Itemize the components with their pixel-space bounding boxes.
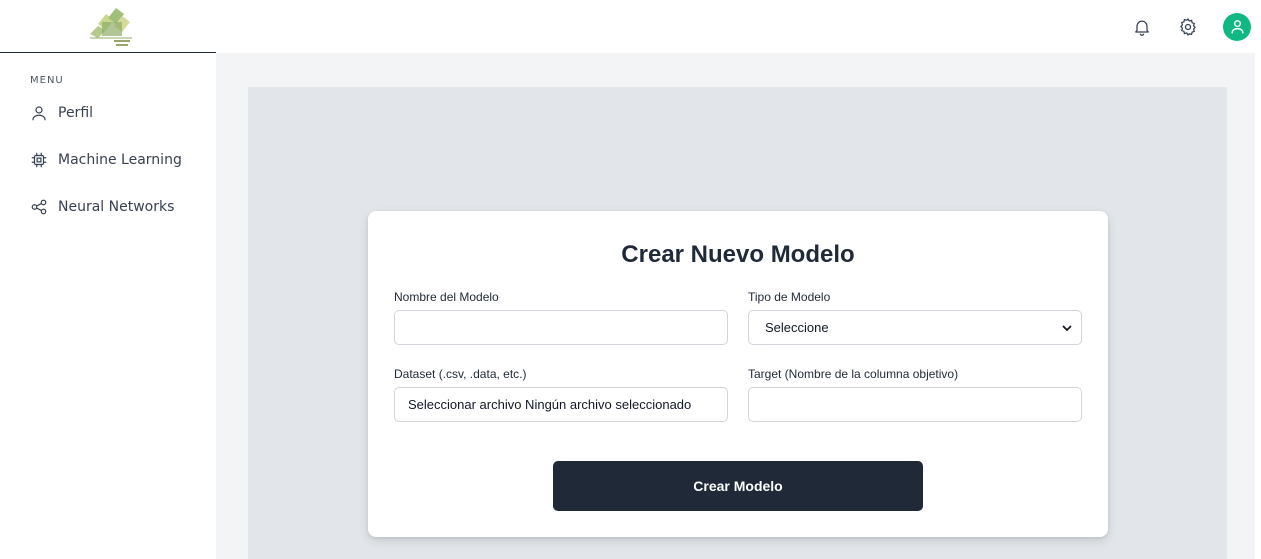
bell-icon[interactable] — [1131, 16, 1153, 38]
tipo-select[interactable]: Seleccione — [748, 310, 1082, 345]
cpu-chip-icon — [30, 151, 48, 169]
tipo-label: Tipo de Modelo — [748, 290, 831, 304]
dataset-file-input[interactable]: Seleccionar archivo Ningún archivo selec… — [394, 387, 728, 422]
user-icon — [30, 104, 48, 122]
sidebar-item-machine-learning[interactable]: Machine Learning — [30, 149, 182, 171]
dataset-file-value: Seleccionar archivo Ningún archivo selec… — [408, 397, 692, 412]
create-model-button[interactable]: Crear Modelo — [553, 461, 923, 511]
sidebar: MENU Perfil Machine Learning Neural Netw… — [0, 0, 216, 559]
sidebar-item-label: Perfil — [58, 105, 94, 121]
nombre-label: Nombre del Modelo — [394, 290, 499, 304]
tipo-select-value: Seleccione — [765, 320, 829, 335]
target-input[interactable] — [748, 387, 1082, 422]
nombre-input[interactable] — [394, 310, 728, 345]
target-label: Target (Nombre de la columna objetivo) — [748, 367, 959, 381]
sidebar-item-perfil[interactable]: Perfil — [30, 102, 182, 124]
menu-heading: MENU — [30, 75, 64, 86]
sidebar-item-neural-networks[interactable]: Neural Networks — [30, 196, 182, 218]
dataset-label: Dataset (.csv, .data, etc.) — [394, 367, 527, 381]
chevron-down-icon — [1062, 325, 1072, 331]
sidebar-nav: Perfil Machine Learning Neural Networks — [30, 102, 182, 243]
topbar-actions — [1131, 0, 1261, 53]
create-model-card: Crear Nuevo Modelo Nombre del Modelo Tip… — [368, 211, 1108, 537]
share-nodes-icon — [30, 198, 48, 216]
gear-icon[interactable] — [1177, 16, 1199, 38]
sidebar-item-label: Neural Networks — [58, 199, 175, 215]
page-title: Crear Nuevo Modelo — [621, 241, 855, 268]
sidebar-item-label: Machine Learning — [58, 152, 182, 168]
university-logo[interactable] — [84, 4, 138, 48]
logo-area — [0, 0, 216, 53]
user-avatar-icon[interactable] — [1223, 12, 1251, 41]
